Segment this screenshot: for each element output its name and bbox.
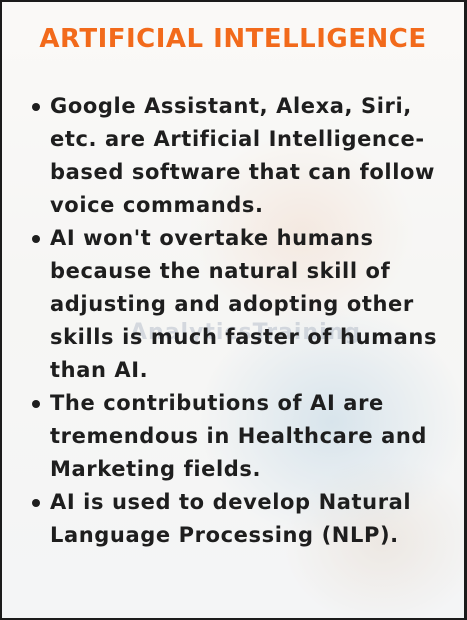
list-item-text: The contributions of AI are tremendous i… <box>50 391 428 481</box>
list-item: AI is used to develop Natural Language P… <box>30 486 440 552</box>
bullet-icon <box>32 103 40 111</box>
infographic-card: AnalyticsTraining ARTIFICIAL INTELLIGENC… <box>2 2 464 618</box>
list-item-text: AI is used to develop Natural Language P… <box>50 490 412 547</box>
list-item-text: Google Assistant, Alexa, Siri, etc. are … <box>50 94 436 217</box>
bullet-list: Google Assistant, Alexa, Siri, etc. are … <box>30 90 440 552</box>
list-item: Google Assistant, Alexa, Siri, etc. are … <box>30 90 440 222</box>
bullet-icon <box>32 235 40 243</box>
list-item: AI won't overtake humans because the nat… <box>30 222 440 387</box>
page-title: ARTIFICIAL INTELLIGENCE <box>39 24 427 54</box>
list-item-text: AI won't overtake humans because the nat… <box>50 226 438 382</box>
list-item: The contributions of AI are tremendous i… <box>30 387 440 486</box>
bullet-icon <box>32 499 40 507</box>
bullet-icon <box>32 400 40 408</box>
